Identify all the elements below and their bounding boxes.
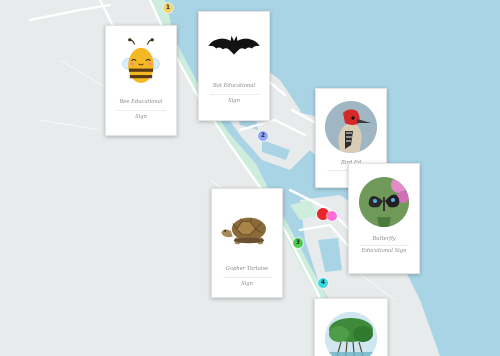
card-subtitle: Sign [241, 281, 253, 288]
popup-card-butterfly[interactable]: Butterfly Educational Sign [348, 163, 420, 274]
popup-card-mangrove[interactable] [314, 298, 388, 356]
card-subtitle: Educational Sign [361, 248, 407, 255]
card-subtitle: Sign [228, 98, 240, 105]
divider [359, 245, 409, 247]
divider [209, 94, 259, 96]
card-title: Bee Educational [119, 99, 163, 105]
popup-card-tortoise[interactable]: Gopher Tortoise Sign [211, 188, 283, 298]
card-title: Gopher Tortoise [225, 266, 269, 272]
woodpecker-icon [325, 101, 377, 153]
map-pin-1[interactable]: 1 [163, 3, 173, 13]
divider [116, 110, 166, 112]
card-title: Bat Educational [212, 83, 256, 89]
tortoise-icon [216, 203, 278, 255]
card-title: Butterfly [372, 236, 396, 242]
map-pin-4[interactable]: 4 [318, 278, 328, 288]
popup-card-bat[interactable]: Bat Educational Sign [198, 11, 270, 121]
bee-icon [111, 32, 171, 94]
bat-icon [203, 18, 265, 74]
mangrove-photo [325, 312, 377, 356]
popup-card-bee[interactable]: Bee Educational Sign [105, 25, 177, 136]
butterfly-icon [359, 177, 409, 227]
card-subtitle: Sign [135, 114, 147, 121]
map-view[interactable]: 1 2 3 4 Bee Educational Sign Bat Educati… [0, 0, 500, 356]
map-pin-magenta[interactable] [327, 211, 337, 221]
map-pin-3[interactable]: 3 [293, 238, 303, 248]
divider [222, 277, 272, 279]
map-pin-2[interactable]: 2 [258, 131, 268, 141]
